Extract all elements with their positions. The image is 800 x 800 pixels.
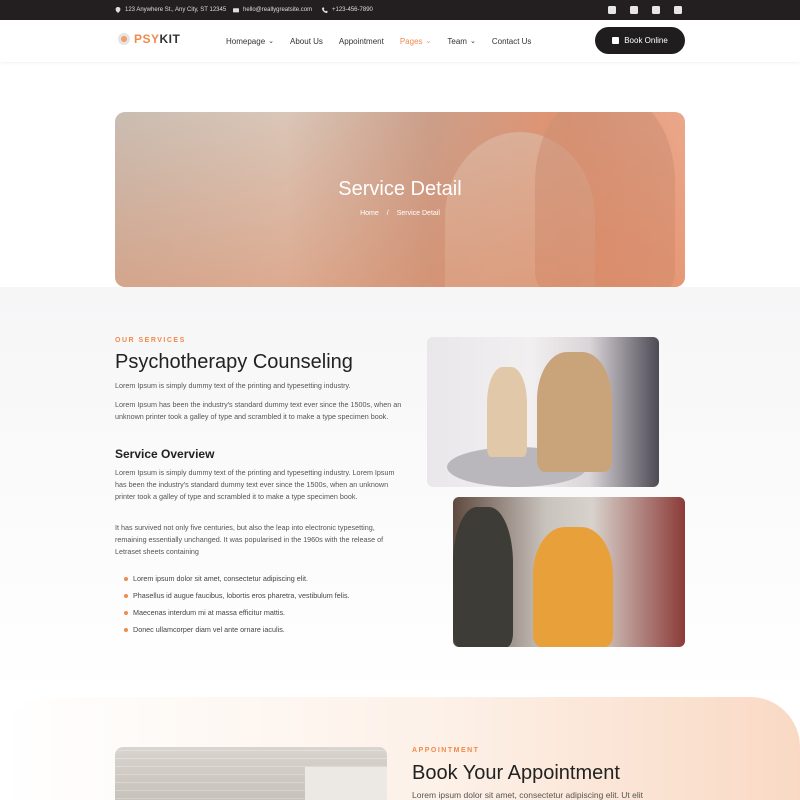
breadcrumb-home[interactable]: Home	[360, 210, 379, 217]
breadcrumb: Home / Service Detail	[115, 210, 685, 217]
page-title: Service Detail	[338, 178, 462, 200]
service-intro: Lorem Ipsum is simply dummy text of the …	[115, 381, 351, 390]
list-item: Lorem ipsum dolor sit amet, consectetur …	[124, 570, 350, 587]
group-therapy-photo	[453, 497, 685, 647]
service-history-text: It has survived not only five centuries,…	[115, 523, 384, 556]
twitter-icon[interactable]	[652, 6, 660, 14]
service-description: Lorem Ipsum has been the industry's stan…	[115, 400, 402, 421]
site-logo[interactable]: PSYKIT	[118, 32, 180, 46]
chevron-down-icon: ⌄	[268, 38, 275, 45]
location-pin-icon	[115, 7, 121, 13]
therapy-session-photo	[427, 337, 659, 487]
calendar-edit-icon	[612, 37, 620, 44]
phone-text[interactable]: +123-456-7890	[332, 7, 373, 13]
top-bar: 123 Anywhere St., Any City, ST 12345 hel…	[0, 0, 800, 20]
youtube-icon[interactable]	[674, 6, 682, 14]
bullet-dot-icon	[124, 593, 128, 598]
mail-icon	[233, 8, 239, 13]
appointment-title: Book Your Appointment	[412, 762, 620, 784]
bullet-dot-icon	[124, 627, 128, 632]
hero-banner: Service Detail Home / Service Detail	[115, 112, 685, 287]
breadcrumb-current: Service Detail	[396, 210, 440, 217]
bullet-dot-icon	[124, 576, 128, 581]
nav-item-team[interactable]: Team ⌄	[447, 37, 475, 46]
appointment-text: Lorem ipsum dolor sit amet, consectetur …	[412, 790, 644, 800]
breadcrumb-separator-icon: /	[386, 210, 389, 217]
nav-item-pages[interactable]: Pages ⌄	[400, 37, 432, 46]
email-item[interactable]: hello@reallygreatsite.com	[233, 0, 312, 20]
logo-prefix: PSY	[134, 32, 160, 46]
nav-item-about-us[interactable]: About Us	[290, 37, 323, 46]
service-eyebrow: OUR SERVICES	[115, 337, 186, 344]
address-item: 123 Anywhere St., Any City, ST 12345	[115, 0, 226, 20]
email-text[interactable]: hello@reallygreatsite.com	[243, 7, 312, 13]
list-item: Phasellus id augue faucibus, lobortis er…	[124, 587, 350, 604]
instagram-icon[interactable]	[630, 6, 638, 14]
list-item: Maecenas interdum mi at massa efficitur …	[124, 604, 350, 621]
service-bullet-list: Lorem ipsum dolor sit amet, consectetur …	[124, 570, 350, 638]
nav-item-contact-us[interactable]: Contact Us	[492, 37, 532, 46]
chevron-down-icon: ⌄	[425, 38, 432, 45]
appointment-photo	[115, 747, 387, 800]
chevron-down-icon: ⌄	[469, 38, 476, 45]
address-text: 123 Anywhere St., Any City, ST 12345	[125, 7, 227, 13]
appointment-eyebrow: APPOINTMENT	[412, 747, 480, 754]
service-overview-text: Lorem Ipsum is simply dummy text of the …	[115, 468, 395, 501]
nav-item-appointment[interactable]: Appointment	[339, 37, 384, 46]
facebook-icon[interactable]	[608, 6, 616, 14]
service-title: Psychotherapy Counseling	[115, 351, 353, 373]
logo-suffix: KIT	[159, 32, 181, 46]
list-item: Donec ullamcorper diam vel ante ornare i…	[124, 621, 350, 638]
bullet-dot-icon	[124, 610, 128, 615]
nav-item-homepage[interactable]: Homepage ⌄	[226, 37, 274, 46]
social-links	[608, 6, 682, 14]
site-header: PSYKIT Homepage ⌄ About Us Appointment Pa…	[0, 20, 800, 62]
book-online-label: Book Online	[624, 36, 668, 45]
phone-icon	[322, 7, 328, 13]
logo-mark-icon	[118, 33, 130, 45]
book-online-button[interactable]: Book Online	[595, 27, 685, 54]
main-nav: Homepage ⌄ About Us Appointment Pages ⌄ Te…	[226, 20, 531, 62]
phone-item[interactable]: +123-456-7890	[322, 0, 373, 20]
service-overview-title: Service Overview	[115, 447, 215, 461]
